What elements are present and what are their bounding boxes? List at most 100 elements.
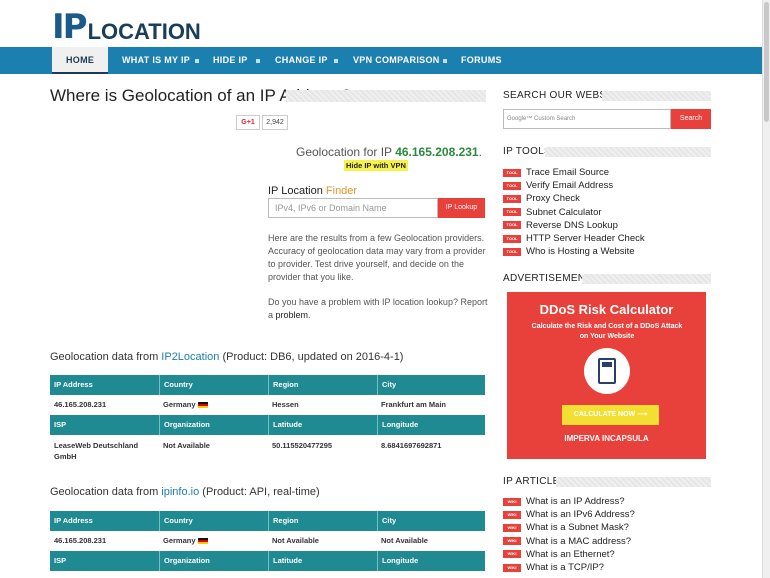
gplus-button[interactable]: G+1 [236, 115, 260, 130]
nav-separator [256, 59, 260, 63]
site-logo[interactable]: IP LOCATION [52, 8, 201, 44]
main-nav: HOME WHAT IS MY IP HIDE IP CHANGE IP VPN… [0, 47, 762, 74]
nav-change-ip[interactable]: CHANGE IP [275, 47, 328, 74]
tool-badge: TOOL [503, 168, 521, 177]
value-region: Not Available [272, 536, 319, 545]
tool-label[interactable]: Subnet Calculator [526, 207, 602, 218]
tool-item-proxy-check[interactable]: TOOL Proxy Check [503, 192, 645, 205]
page-scrollbar[interactable] [762, 0, 770, 578]
tool-label[interactable]: Who is Hosting a Website [526, 246, 635, 257]
header-ip-address: IP Address [54, 380, 93, 389]
article-item[interactable]: WIKI What is an Ethernet? [503, 548, 635, 561]
header-isp: ISP [54, 420, 67, 429]
ip-tools-list: TOOL Trace Email Source TOOL Verify Email … [503, 166, 645, 258]
nav-separator [195, 59, 199, 63]
article-label[interactable]: What is an IPv6 Address? [526, 509, 635, 520]
section2-suffix: (Product: API, real-time) [202, 486, 320, 498]
germany-flag-icon [197, 538, 208, 545]
heading-decoration [602, 91, 711, 101]
ip2location-link[interactable]: IP2Location [161, 351, 219, 363]
nav-hide-ip[interactable]: HIDE IP [213, 47, 248, 74]
tool-label[interactable]: Reverse DNS Lookup [526, 220, 618, 231]
ddos-ad-banner[interactable]: DDoS Risk Calculator Calculate the Risk … [507, 292, 706, 459]
ad-cta-button[interactable]: CALCULATE NOW ⟶ [562, 405, 659, 425]
article-label[interactable]: What is a Subnet Mask? [526, 522, 629, 533]
header-latitude: Latitude [268, 551, 302, 571]
header-longitude: Longitude [377, 551, 418, 571]
calculator-icon [584, 348, 630, 394]
nav-home[interactable]: HOME [52, 47, 109, 74]
gplus-count: 2,942 [262, 115, 288, 130]
header-organization: Organization [159, 415, 210, 435]
value-isp: LeaseWeb Deutschland GmbH [54, 441, 139, 461]
nav-what-is-my-ip[interactable]: WHAT IS MY IP [122, 47, 190, 74]
ad-brand: IMPERVA INCAPSULA [564, 434, 649, 443]
table-row: LeaseWeb Deutschland GmbH Not Available … [50, 435, 485, 469]
section-ipinfo-heading: Geolocation data from ipinfo.io (Product… [50, 486, 320, 498]
site-search-input[interactable]: Google™ Custom Search [503, 109, 671, 129]
table-row: 46.165.208.231 Germany Hessen Frankfurt … [50, 395, 485, 415]
article-label[interactable]: What is an Ethernet? [526, 549, 615, 560]
ipinfo-link[interactable]: ipinfo.io [161, 486, 199, 498]
ip-articles-list: WIKI What is an IP Address? WIKI What is a… [503, 495, 635, 574]
value-city: Not Available [381, 536, 428, 545]
scrollbar-thumb[interactable] [764, 2, 769, 122]
current-ip: 46.165.208.231 [395, 145, 479, 159]
header-longitude: Longitude [377, 415, 418, 435]
tool-item-trace-email[interactable]: TOOL Trace Email Source [503, 166, 645, 179]
article-item[interactable]: WIKI What is a TCP/IP? [503, 561, 635, 574]
tool-label[interactable]: HTTP Server Header Check [526, 233, 645, 244]
header-city: City [377, 375, 396, 395]
title-decoration [286, 90, 486, 102]
tool-item-verify-email[interactable]: TOOL Verify Email Address [503, 179, 645, 192]
report-problem-link[interactable]: problem [276, 310, 309, 320]
article-item[interactable]: WIKI What is a MAC address? [503, 535, 635, 548]
value-country: Germany [159, 531, 208, 551]
value-country: Germany [159, 395, 208, 415]
heading-decoration [582, 274, 711, 284]
article-item[interactable]: WIKI What is a Subnet Mask? [503, 521, 635, 534]
value-city: Frankfurt am Main [381, 400, 447, 409]
country-name: Germany [163, 536, 196, 545]
section1-suffix: (Product: DB6, updated on 2016-4-1) [222, 351, 404, 363]
article-label[interactable]: What is a TCP/IP? [526, 562, 604, 573]
geolocation-for-heading: Geolocation for IP 46.165.208.231. [296, 145, 482, 159]
tool-badge: TOOL [503, 221, 521, 230]
site-search-button[interactable]: Search [671, 109, 711, 129]
wiki-badge: WIKI [503, 497, 521, 506]
tool-label[interactable]: Trace Email Source [526, 167, 609, 178]
tool-item-hosting[interactable]: TOOL Who is Hosting a Website [503, 245, 645, 258]
nav-separator [443, 59, 447, 63]
value-latitude: 50.115520477295 [272, 441, 333, 450]
wiki-badge: WIKI [503, 550, 521, 559]
article-item[interactable]: WIKI What is an IP Address? [503, 495, 635, 508]
article-label[interactable]: What is a MAC address? [526, 536, 631, 547]
ad-subtitle: Calculate the Risk and Cost of a DDoS At… [531, 323, 683, 340]
ad-cta-label: CALCULATE NOW [573, 411, 636, 418]
report-suffix: . [308, 310, 311, 320]
table-header-row: IP Address Country Region City [50, 511, 485, 531]
lookup-label-prefix: IP Location [268, 185, 323, 197]
nav-vpn-comparison[interactable]: VPN COMPARISON [353, 47, 440, 74]
header-city: City [377, 511, 396, 531]
header-region: Region [268, 511, 298, 531]
article-label[interactable]: What is an IP Address? [526, 496, 625, 507]
tool-label[interactable]: Proxy Check [526, 193, 580, 204]
geo-for-prefix: Geolocation for IP [296, 145, 392, 159]
tool-item-http-header[interactable]: TOOL HTTP Server Header Check [503, 232, 645, 245]
article-item[interactable]: WIKI What is an IPv6 Address? [503, 508, 635, 521]
ip-lookup-button[interactable]: IP Lookup [438, 198, 485, 218]
tool-label[interactable]: Verify Email Address [526, 180, 613, 191]
nav-forums[interactable]: FORUMS [461, 47, 502, 74]
geo-for-suffix: . [478, 145, 482, 159]
header-latitude: Latitude [268, 415, 302, 435]
tool-item-reverse-dns[interactable]: TOOL Reverse DNS Lookup [503, 219, 645, 232]
arrow-right-icon: ⟶ [637, 411, 648, 418]
ipinfo-table: IP Address Country Region City 46.165.20… [50, 511, 485, 571]
tool-item-subnet-calculator[interactable]: TOOL Subnet Calculator [503, 206, 645, 219]
value-ip-address: 46.165.208.231 [54, 536, 107, 545]
tool-badge: TOOL [503, 234, 521, 243]
ip-lookup-input[interactable]: IPv4, IPv6 or Domain Name [268, 198, 438, 218]
hide-ip-vpn-link[interactable]: Hide IP with VPN [344, 160, 408, 171]
heading-decoration [556, 477, 711, 487]
